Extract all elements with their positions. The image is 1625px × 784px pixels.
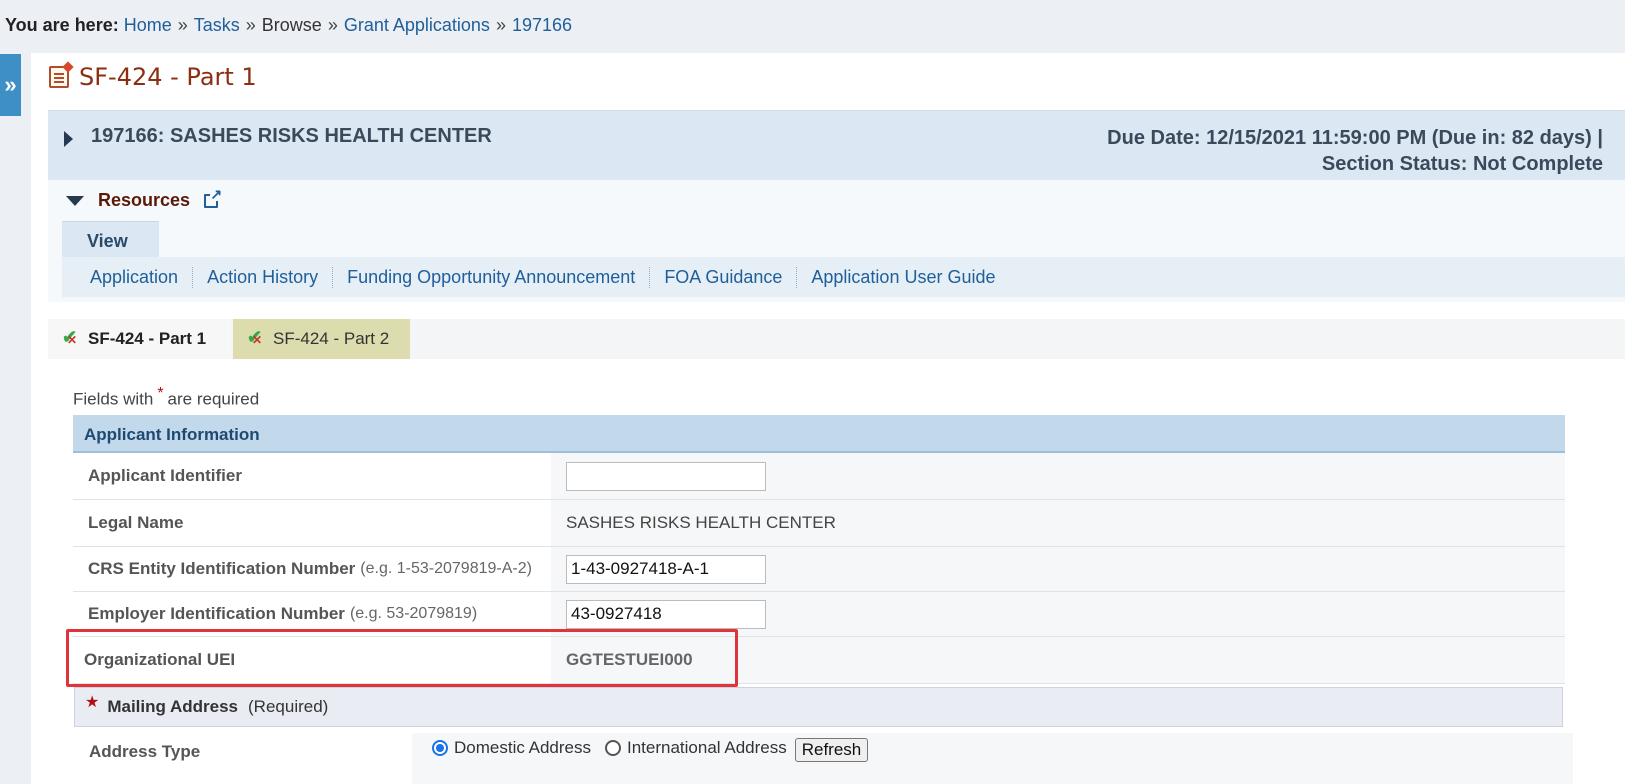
international-address-radio[interactable] — [605, 740, 621, 756]
field-hint: (e.g. 1-53-2079819-A-2) — [360, 560, 532, 577]
crs-entity-id-input[interactable] — [566, 554, 766, 584]
applicant-identifier-input[interactable] — [566, 461, 766, 491]
field-label: Legal Name — [88, 513, 184, 532]
required-star-icon: ★ — [85, 694, 100, 711]
legal-name-value: SASHES RISKS HEALTH CENTER — [551, 500, 1565, 546]
resource-links: Application Action History Funding Oppor… — [62, 257, 1625, 297]
tab-sf424-part2[interactable]: SF-424 - Part 2 — [233, 319, 410, 359]
required-star-icon: * — [157, 385, 164, 402]
collapse-caret-icon[interactable] — [66, 195, 84, 206]
required-note-text: Fields with — [73, 389, 154, 409]
mailing-address-header: ★ Mailing Address (Required) — [74, 687, 1563, 727]
link-foa-guidance[interactable]: FOA Guidance — [649, 266, 796, 288]
section-status: Section Status: Not Complete — [1321, 153, 1603, 175]
breadcrumb-tasks[interactable]: Tasks — [194, 15, 240, 35]
check-cross-icon — [247, 327, 265, 348]
breadcrumb-separator: » — [177, 15, 188, 35]
link-application-user-guide[interactable]: Application User Guide — [796, 266, 1009, 288]
tab-sf424-part1[interactable]: SF-424 - Part 1 — [48, 319, 231, 359]
field-hint: (e.g. 53-2079819) — [349, 605, 478, 622]
breadcrumb-grant-applications[interactable]: Grant Applications — [344, 15, 490, 35]
row-legal-name: Legal Name SASHES RISKS HEALTH CENTER — [73, 500, 1565, 547]
field-label: Applicant Identifier — [88, 466, 242, 485]
breadcrumb-browse: Browse — [261, 15, 322, 35]
employer-id-input[interactable] — [566, 599, 766, 629]
row-address-type: Address Type Domestic Address Internatio… — [73, 733, 1573, 784]
required-indicator: (Required) — [248, 697, 329, 716]
page-title: SF-424 - Part 1 — [79, 63, 257, 91]
breadcrumb-separator: » — [327, 15, 338, 35]
row-applicant-identifier: Applicant Identifier — [73, 453, 1565, 500]
form-document-icon — [49, 66, 69, 88]
tab-view[interactable]: View — [62, 221, 159, 257]
breadcrumb-separator: » — [495, 15, 506, 35]
due-date-status: Due Date: 12/15/2021 11:59:00 PM (Due in… — [1107, 125, 1603, 177]
expand-triangle-icon[interactable] — [64, 131, 73, 147]
address-type-options: Domestic Address International Address R… — [412, 733, 1573, 784]
link-application[interactable]: Application — [90, 267, 192, 288]
applicant-information-header: Applicant Information — [73, 415, 1565, 453]
breadcrumb-prefix: You are here: — [5, 15, 119, 35]
refresh-button[interactable]: Refresh — [794, 738, 869, 762]
breadcrumb-separator: » — [245, 15, 256, 35]
domestic-address-radio[interactable] — [432, 740, 448, 756]
tab-label: SF-424 - Part 2 — [273, 329, 390, 348]
due-date: Due Date: 12/15/2021 11:59:00 PM (Due in… — [1107, 127, 1603, 149]
field-value — [551, 547, 1565, 591]
international-address-label[interactable]: International Address — [627, 738, 787, 758]
page-title-block: SF-424 - Part 1 — [49, 63, 257, 91]
breadcrumb-home[interactable]: Home — [124, 15, 172, 35]
sidebar-toggle-button[interactable]: » — [0, 54, 21, 116]
mailing-address-title: Mailing Address — [107, 697, 239, 716]
field-label: CRS Entity Identification Number (e.g. 1-… — [88, 559, 532, 578]
tab-label: SF-424 - Part 1 — [88, 329, 207, 348]
breadcrumb-application-id[interactable]: 197166 — [512, 15, 572, 35]
resources-header[interactable]: Resources — [66, 186, 223, 211]
double-chevron-right-icon: » — [4, 72, 17, 97]
highlight-annotation — [66, 629, 738, 687]
link-funding-opportunity-announcement[interactable]: Funding Opportunity Announcement — [332, 266, 649, 288]
link-action-history[interactable]: Action History — [192, 266, 332, 288]
field-value — [551, 453, 1565, 499]
main-panel: SF-424 - Part 1 197166: SASHES RISKS HEA… — [31, 53, 1625, 784]
breadcrumb: You are here: Home» Tasks» Browse» Grant Ap… — [5, 15, 572, 36]
form-tabs: SF-424 - Part 1 SF-424 - Part 2 — [48, 319, 1625, 359]
check-cross-icon — [62, 327, 80, 348]
application-header: 197166: SASHES RISKS HEALTH CENTER Due D… — [48, 110, 1625, 180]
required-fields-note: Fields with * are required — [73, 385, 259, 410]
domestic-address-label[interactable]: Domestic Address — [454, 738, 591, 758]
resources-label[interactable]: Resources — [98, 190, 190, 211]
application-title: 197166: SASHES RISKS HEALTH CENTER — [91, 125, 492, 147]
external-link-icon[interactable] — [204, 186, 223, 208]
address-type-label: Address Type — [89, 742, 201, 761]
required-note-text: are required — [167, 389, 260, 409]
resources-panel: Resources View Application Action Histor… — [48, 180, 1625, 302]
row-crs-entity-id: CRS Entity Identification Number (e.g. 1-… — [73, 547, 1565, 592]
